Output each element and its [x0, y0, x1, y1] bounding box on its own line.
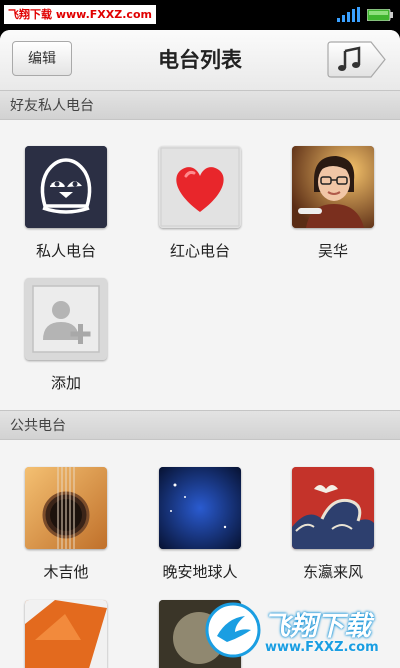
watermark-logo-icon: [205, 602, 261, 658]
station-private[interactable]: 私人电台: [11, 146, 121, 261]
station-label: 私人电台: [35, 242, 96, 260]
station-heart[interactable]: 红心电台: [145, 146, 255, 261]
battery-icon: [367, 9, 393, 21]
avatar-photo: [292, 146, 374, 228]
orange-art-icon: [25, 600, 107, 668]
penguin-icon: [25, 146, 107, 228]
wave-art-icon: [292, 467, 374, 549]
add-station-button[interactable]: 添加: [11, 278, 121, 393]
station-label: 添加: [50, 374, 81, 392]
add-person-icon: [25, 278, 107, 360]
station-label: 东瀛来风: [302, 563, 363, 581]
heart-icon: [159, 146, 241, 228]
station-friend-wuhua[interactable]: 吴华: [278, 146, 388, 261]
moon-night-icon: [159, 467, 241, 549]
radio-list-screen: 编辑 电台列表 好友私人电台 私人电台 红心电台 吴华 添加 公共电台 木吉他 …: [0, 30, 400, 668]
section-header-friends: 好友私人电台: [0, 90, 400, 120]
music-note-icon[interactable]: [327, 41, 387, 78]
station-label: 晚安地球人: [162, 563, 238, 581]
signal-icon: [337, 7, 360, 22]
status-bar: 飞翔下载 www.FXXZ.com: [0, 0, 400, 30]
page-title: 电台列表: [158, 48, 242, 72]
station-label: 木吉他: [43, 563, 89, 581]
station-guitar[interactable]: 木吉他: [11, 467, 121, 582]
watermark-top: 飞翔下载 www.FXXZ.com: [4, 5, 156, 24]
station-label: 吴华: [317, 242, 348, 260]
watermark-title: 飞翔下载: [263, 611, 371, 642]
station-east-wind[interactable]: 东瀛来风: [278, 467, 388, 582]
section-header-public: 公共电台: [0, 410, 400, 440]
station-label: 红心电台: [169, 242, 230, 260]
station-goodnight[interactable]: 晚安地球人: [145, 467, 255, 582]
watermark-url: www.FXXZ.com: [265, 640, 379, 655]
station-partial-orange[interactable]: [11, 600, 121, 668]
title-bar: 编辑 电台列表: [0, 30, 400, 91]
guitar-icon: [25, 467, 107, 549]
watermark-bottom: 飞翔下载 www.FXXZ.com: [205, 600, 395, 662]
edit-button[interactable]: 编辑: [12, 41, 72, 76]
